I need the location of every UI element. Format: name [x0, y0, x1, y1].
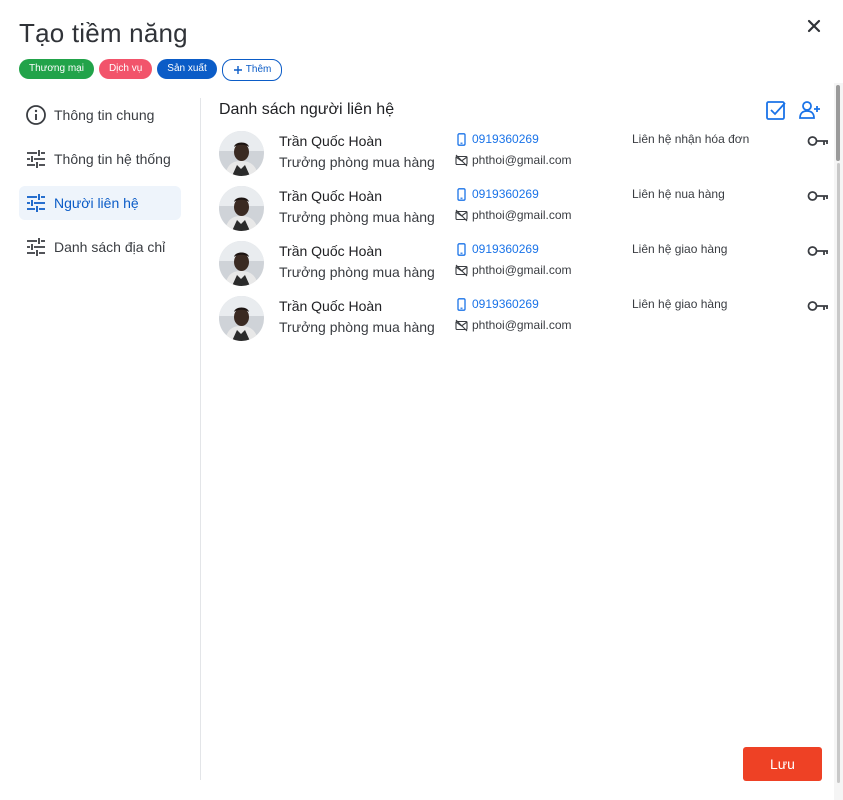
contact-email: phthoi@gmail.com — [455, 208, 572, 222]
add-tag-button[interactable]: Thêm — [221, 59, 283, 81]
tag-thuong-mai[interactable]: Thương mại — [19, 59, 94, 79]
avatar — [219, 241, 264, 286]
contact-phone[interactable]: 0919360269 — [455, 242, 539, 256]
contact-phone[interactable]: 0919360269 — [455, 187, 539, 201]
scrollbar[interactable] — [834, 83, 843, 800]
contact-email: phthoi@gmail.com — [455, 318, 572, 332]
contact-row[interactable]: Trần Quốc Hoàn Trưởng phòng mua hàng 091… — [219, 129, 831, 179]
contact-type: Liên hệ giao hàng — [632, 297, 728, 311]
sliders-icon — [27, 238, 45, 256]
contact-row[interactable]: Trần Quốc Hoàn Trưởng phòng mua hàng 091… — [219, 239, 831, 289]
contact-phone[interactable]: 0919360269 — [455, 132, 539, 146]
key-icon[interactable] — [807, 134, 829, 148]
contact-name: Trần Quốc Hoàn — [279, 243, 382, 259]
sidebar-item-label: Người liên hệ — [54, 195, 139, 211]
phone-icon — [457, 187, 466, 201]
sliders-icon — [27, 150, 45, 168]
phone-icon — [457, 242, 466, 256]
contact-email-value: phthoi@gmail.com — [472, 208, 572, 222]
info-icon — [26, 105, 46, 125]
email-off-icon — [455, 264, 468, 276]
tag-dich-vu[interactable]: Dịch vụ — [98, 59, 153, 79]
sidebar-divider — [200, 98, 201, 780]
tag-san-xuat[interactable]: Sản xuất — [157, 59, 217, 79]
add-tag-label: Thêm — [245, 64, 272, 75]
sidebar-item-system-info[interactable]: Thông tin hệ thống — [19, 142, 181, 176]
contact-email-value: phthoi@gmail.com — [472, 318, 572, 332]
email-off-icon — [455, 209, 468, 221]
sidebar-item-general-info[interactable]: Thông tin chung — [19, 98, 181, 132]
contact-type: Liên hệ nhận hóa đơn — [632, 132, 750, 146]
contact-phone-value: 0919360269 — [472, 242, 539, 256]
sidebar-item-label: Danh sách địa chỉ — [54, 239, 166, 255]
close-icon[interactable] — [803, 15, 825, 37]
contact-type: Liên hệ nua hàng — [632, 187, 725, 201]
avatar — [219, 296, 264, 341]
contact-email-value: phthoi@gmail.com — [472, 263, 572, 277]
tag-list: Thương mại Dịch vụ Sản xuất Thêm — [19, 59, 283, 81]
contact-role: Trưởng phòng mua hàng — [279, 264, 435, 280]
sidebar-item-address-list[interactable]: Danh sách địa chỉ — [19, 230, 181, 264]
contact-role: Trưởng phòng mua hàng — [279, 319, 435, 335]
contact-row[interactable]: Trần Quốc Hoàn Trưởng phòng mua hàng 091… — [219, 294, 831, 344]
sidebar-item-label: Thông tin hệ thống — [54, 151, 171, 167]
key-icon[interactable] — [807, 189, 829, 203]
contact-phone[interactable]: 0919360269 — [455, 297, 539, 311]
contact-email: phthoi@gmail.com — [455, 263, 572, 277]
contact-email-value: phthoi@gmail.com — [472, 153, 572, 167]
sidebar: Thông tin chung Thông tin hệ thống Người… — [19, 98, 181, 274]
phone-icon — [457, 132, 466, 146]
sidebar-item-contacts[interactable]: Người liên hệ — [19, 186, 181, 220]
key-icon[interactable] — [807, 299, 829, 313]
plus-icon — [233, 66, 242, 74]
contact-name: Trần Quốc Hoàn — [279, 188, 382, 204]
phone-icon — [457, 297, 466, 311]
save-button[interactable]: Lưu — [743, 747, 822, 781]
section-title: Danh sách người liên hệ — [219, 101, 395, 118]
email-off-icon — [455, 154, 468, 166]
key-icon[interactable] — [807, 244, 829, 258]
sliders-icon — [27, 194, 45, 212]
contact-phone-value: 0919360269 — [472, 297, 539, 311]
sidebar-item-label: Thông tin chung — [54, 107, 155, 123]
checkbox-icon[interactable] — [765, 99, 787, 121]
contact-name: Trần Quốc Hoàn — [279, 298, 382, 314]
dialog-title: Tạo tiềm năng — [19, 18, 188, 48]
contact-type: Liên hệ giao hàng — [632, 242, 728, 256]
contact-phone-value: 0919360269 — [472, 187, 539, 201]
contact-phone-value: 0919360269 — [472, 132, 539, 146]
contact-row[interactable]: Trần Quốc Hoàn Trưởng phòng mua hàng 091… — [219, 184, 831, 234]
email-off-icon — [455, 319, 468, 331]
contact-role: Trưởng phòng mua hàng — [279, 154, 435, 170]
avatar — [219, 186, 264, 231]
avatar — [219, 131, 264, 176]
contact-name: Trần Quốc Hoàn — [279, 133, 382, 149]
scrollbar-track — [837, 163, 840, 783]
contact-role: Trưởng phòng mua hàng — [279, 209, 435, 225]
scrollbar-thumb[interactable] — [836, 85, 840, 161]
contact-email: phthoi@gmail.com — [455, 153, 572, 167]
add-user-icon[interactable] — [799, 99, 821, 121]
